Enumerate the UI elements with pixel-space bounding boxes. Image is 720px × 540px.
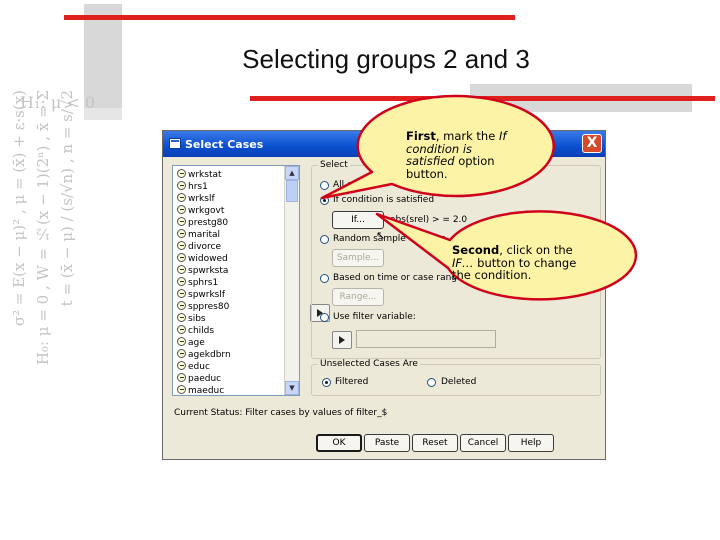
callout-shapes xyxy=(320,94,638,301)
first-callout-text: First, mark the If condition is satisfie… xyxy=(406,129,507,181)
second-callout-text: Second, click on the IF… button to chang… xyxy=(452,243,577,282)
